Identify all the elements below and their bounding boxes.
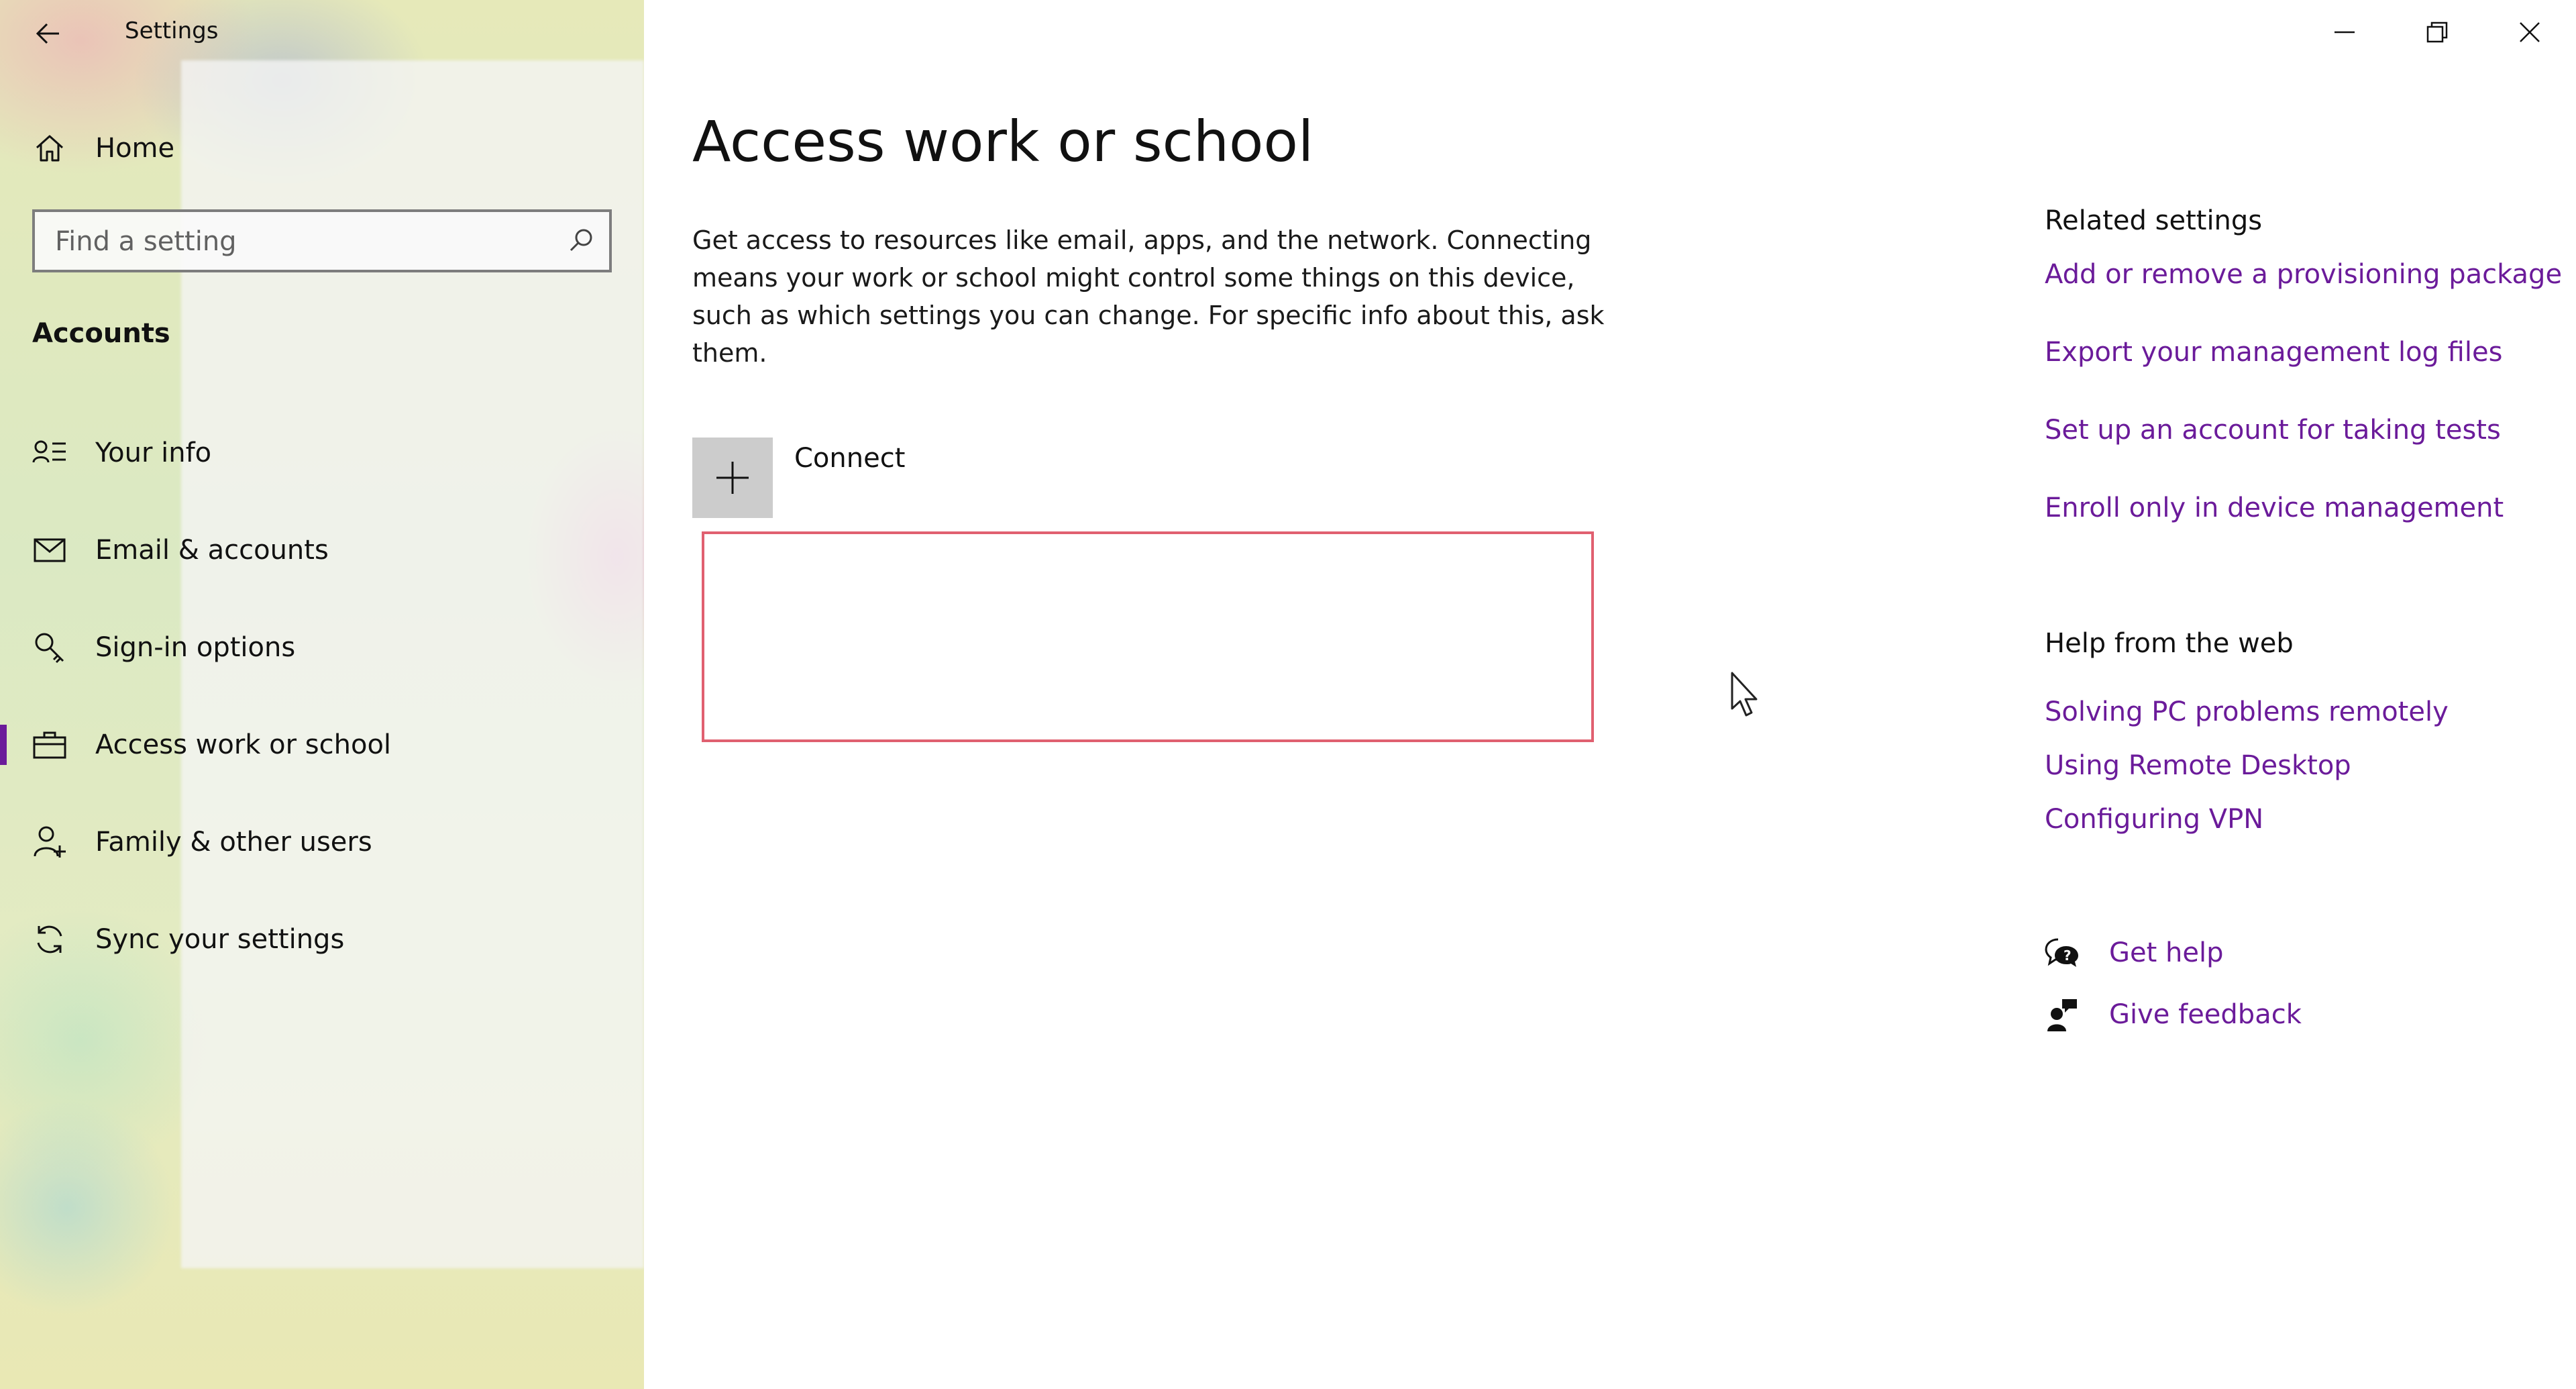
link-account-taking-tests[interactable]: Set up an account for taking tests <box>2045 415 2501 446</box>
link-export-management-log[interactable]: Export your management log files <box>2045 337 2502 368</box>
selection-indicator <box>0 725 7 765</box>
sidebar-item-sign-in-options[interactable]: Sign-in options <box>0 611 644 684</box>
give-feedback-label: Give feedback <box>2109 999 2302 1030</box>
sync-icon <box>32 922 67 957</box>
sidebar-item-label: Access work or school <box>95 729 392 760</box>
link-enroll-device-management[interactable]: Enroll only in device management <box>2045 493 2504 523</box>
link-remote-desktop[interactable]: Using Remote Desktop <box>2045 750 2351 781</box>
sidebar-item-label: Home <box>95 133 175 164</box>
link-provisioning-package[interactable]: Add or remove a provisioning package <box>2045 259 2562 290</box>
link-configuring-vpn[interactable]: Configuring VPN <box>2045 804 2263 835</box>
page-title: Access work or school <box>692 109 1314 174</box>
mouse-cursor-icon <box>1731 672 1758 717</box>
sidebar-item-email-accounts[interactable]: Email & accounts <box>0 513 644 587</box>
sidebar-item-label: Sign-in options <box>95 632 296 663</box>
close-icon <box>2520 22 2540 42</box>
restore-button[interactable] <box>2391 0 2483 64</box>
search-icon[interactable] <box>568 227 594 254</box>
main-content: Access work or school Get access to reso… <box>644 0 2576 1389</box>
give-feedback-link[interactable]: Give feedback <box>2045 997 2302 1032</box>
feedback-icon <box>2045 997 2080 1032</box>
sidebar-item-your-info[interactable]: Your info <box>0 416 644 490</box>
page-description: Get access to resources like email, apps… <box>692 225 1605 368</box>
related-settings-heading: Related settings <box>2045 205 2263 236</box>
minimize-icon <box>2334 31 2355 34</box>
sidebar-item-label: Sync your settings <box>95 924 345 955</box>
sidebar-item-home[interactable]: Home <box>0 111 644 185</box>
sidebar-item-label: Family & other users <box>95 827 372 858</box>
svg-text:?: ? <box>2063 947 2072 964</box>
sidebar-item-access-work-or-school[interactable]: Access work or school <box>0 708 644 782</box>
connect-button[interactable]: Connect <box>692 438 905 518</box>
sidebar: Settings Home Accounts <box>0 0 644 1389</box>
search-box[interactable] <box>32 209 612 272</box>
home-icon <box>32 131 67 166</box>
sidebar-item-family-other-users[interactable]: Family & other users <box>0 805 644 879</box>
link-solving-pc-problems[interactable]: Solving PC problems remotely <box>2045 697 2449 727</box>
key-icon <box>32 630 67 665</box>
help-from-web-heading: Help from the web <box>2045 628 2294 659</box>
window-title: Settings <box>125 17 219 44</box>
sidebar-item-sync-settings[interactable]: Sync your settings <box>0 903 644 976</box>
search-input[interactable] <box>54 212 553 271</box>
get-help-icon: ? <box>2045 935 2080 970</box>
get-help-link[interactable]: ? Get help <box>2045 935 2223 970</box>
restore-icon <box>2426 21 2448 43</box>
get-help-label: Get help <box>2109 937 2224 968</box>
highlight-box <box>702 531 1594 742</box>
connect-label: Connect <box>794 443 906 474</box>
close-button[interactable] <box>2483 0 2576 64</box>
connect-tile[interactable] <box>692 438 773 518</box>
settings-window: Settings Home Accounts <box>0 0 2576 1389</box>
section-heading: Accounts <box>32 318 170 349</box>
briefcase-icon <box>32 727 67 762</box>
back-button[interactable] <box>27 12 70 55</box>
minimize-button[interactable] <box>2298 0 2391 64</box>
mail-icon <box>32 533 67 568</box>
plus-icon <box>716 462 749 494</box>
add-person-icon <box>32 825 67 860</box>
sidebar-item-label: Your info <box>95 438 212 468</box>
sidebar-item-label: Email & accounts <box>95 535 329 566</box>
contact-info-icon <box>32 435 67 470</box>
back-arrow-icon <box>36 23 59 44</box>
